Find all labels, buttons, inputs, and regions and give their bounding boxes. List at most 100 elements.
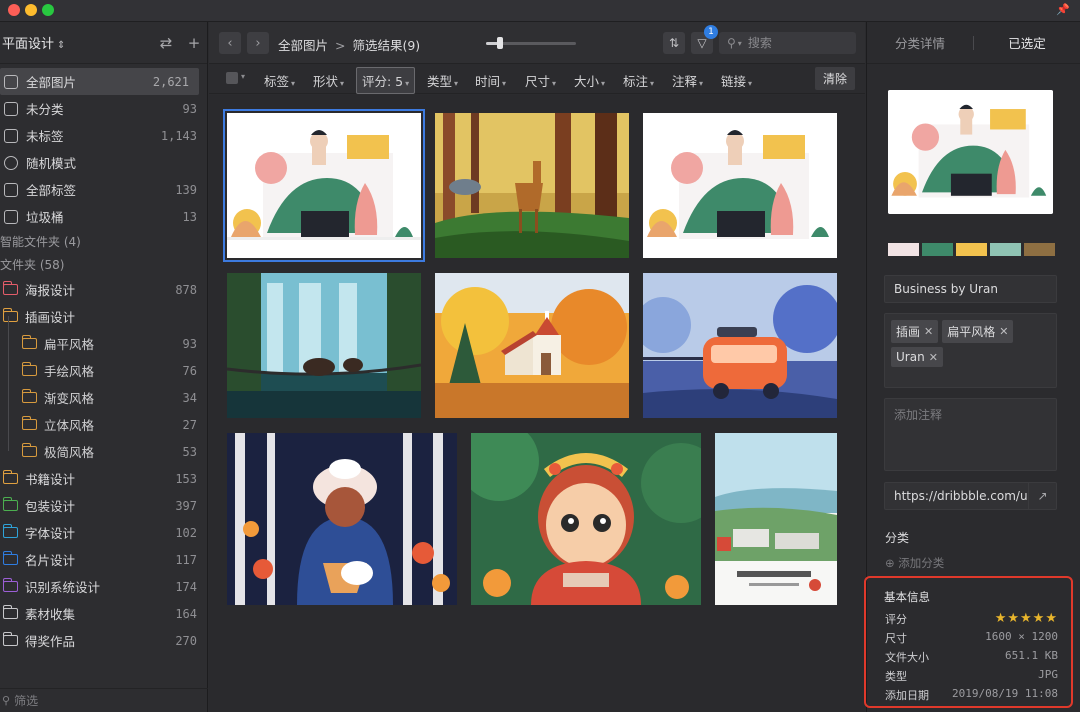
color-swatch[interactable] <box>956 243 987 256</box>
thumbnail-winter-girl <box>227 433 457 605</box>
sidebar-item-random[interactable]: 随机模式 <box>0 149 207 176</box>
sidebar-item-label: 全部标签 <box>26 183 77 198</box>
remove-tag-icon[interactable]: ✕ <box>924 325 933 338</box>
folder-icon <box>2 632 18 646</box>
sidebar-filter[interactable]: ⚲ 筛选 <box>0 688 208 712</box>
filter-button[interactable]: ▽ 1 <box>691 25 718 54</box>
remove-tag-icon[interactable]: ✕ <box>999 325 1008 338</box>
sidebar-filter-placeholder: 筛选 <box>14 694 39 708</box>
close-window-button[interactable] <box>8 4 20 16</box>
color-swatch[interactable] <box>1024 243 1055 256</box>
folder-count: 93 <box>182 336 197 351</box>
color-swatch[interactable] <box>922 243 953 256</box>
filter-dropdown[interactable]: 标签 ▾ <box>264 71 295 90</box>
sidebar-item-unclassified[interactable]: 未分类 93 <box>0 95 207 122</box>
sidebar-item-all-images[interactable]: 全部图片 2,621 <box>0 68 199 95</box>
url-field[interactable]: https://dribbble.com/uran ↗ <box>884 482 1057 510</box>
zoom-slider[interactable] <box>486 37 576 49</box>
folder-item[interactable]: 海报设计 878 <box>0 276 207 303</box>
smart-folders-header[interactable]: 智能文件夹 (4) <box>0 230 207 253</box>
filter-dropdown[interactable]: 大小 ▾ <box>574 71 605 90</box>
image-title[interactable]: Business by Uran <box>885 276 1056 302</box>
image-thumbnail[interactable] <box>227 273 421 418</box>
color-swatch[interactable] <box>990 243 1021 256</box>
minimize-window-button[interactable] <box>25 4 37 16</box>
folder-item[interactable]: 名片设计 117 <box>0 546 207 573</box>
sort-order-button[interactable]: ⇅ <box>663 32 685 54</box>
add-category-button[interactable]: ⊕ 添加分类 <box>885 555 944 571</box>
filter-count-badge: 1 <box>704 25 718 39</box>
all-tags-icon <box>4 182 18 197</box>
filter-dropdown[interactable]: 尺寸 ▾ <box>525 71 556 90</box>
title-field[interactable]: Business by Uran <box>884 275 1057 303</box>
filter-dropdown[interactable]: 评分: 5 ▾ <box>356 67 416 94</box>
tab-selected[interactable]: 已选定 <box>974 22 1080 63</box>
tag-chip[interactable]: 扁平风格 ✕ <box>942 320 1014 343</box>
folder-item[interactable]: 字体设计 102 <box>0 519 207 546</box>
source-url[interactable]: https://dribbble.com/uran <box>885 483 1028 509</box>
pin-icon[interactable]: 📌 <box>1056 3 1070 16</box>
search-input[interactable] <box>747 36 828 50</box>
folder-item[interactable]: 极简风格 53 <box>0 438 207 465</box>
image-thumbnail[interactable] <box>471 433 701 605</box>
folder-item[interactable]: 手绘风格 76 <box>0 357 207 384</box>
image-thumbnail[interactable] <box>227 433 457 605</box>
notes-field[interactable]: 添加注释 <box>884 398 1057 471</box>
add-icon[interactable]: + <box>187 34 201 52</box>
color-palette <box>888 243 1055 256</box>
folders-header[interactable]: 文件夹 (58) <box>0 253 207 276</box>
zoom-slider-thumb[interactable] <box>496 37 503 49</box>
chevron-down-icon[interactable]: ▾ <box>241 72 245 81</box>
folder-count: 102 <box>175 525 197 540</box>
library-switcher[interactable]: 平面设计 ⇕ <box>2 33 145 52</box>
folder-item[interactable]: 识别系统设计 174 <box>0 573 207 600</box>
sidebar-item-trash[interactable]: 垃圾桶 13 <box>0 203 207 230</box>
forward-button[interactable]: › <box>247 32 269 54</box>
tags-field[interactable]: 插画 ✕ 扁平风格 ✕ Uran ✕ <box>884 313 1057 388</box>
open-url-button[interactable]: ↗ <box>1028 483 1056 509</box>
filter-dropdown[interactable]: 时间 ▾ <box>475 71 506 90</box>
image-thumbnail[interactable] <box>643 273 837 418</box>
tag-chip[interactable]: 插画 ✕ <box>891 320 939 343</box>
filter-dropdown[interactable]: 类型 ▾ <box>427 71 458 90</box>
image-thumbnail[interactable] <box>435 273 629 418</box>
image-thumbnail[interactable] <box>643 113 837 258</box>
folder-item[interactable]: 素材收集 164 <box>0 600 207 627</box>
select-all-checkbox[interactable] <box>226 72 238 84</box>
image-thumbnail[interactable] <box>715 433 837 605</box>
folder-item[interactable]: 插画设计 <box>0 303 207 330</box>
folder-item[interactable]: 书籍设计 153 <box>0 465 207 492</box>
filter-dropdown[interactable]: 注释 ▾ <box>672 71 703 90</box>
unclassified-icon <box>4 101 18 116</box>
image-thumbnail[interactable] <box>223 109 425 262</box>
info-value: 651.1 KB <box>1005 649 1058 662</box>
filter-dropdown[interactable]: 链接 ▾ <box>721 71 752 90</box>
remove-tag-icon[interactable]: ✕ <box>929 351 938 364</box>
notes-placeholder: 添加注释 <box>894 408 943 422</box>
sidebar-item-untagged[interactable]: 未标签 1,143 <box>0 122 207 149</box>
folder-item[interactable]: 包装设计 397 <box>0 492 207 519</box>
basic-info-title: 基本信息 <box>884 590 930 604</box>
zoom-window-button[interactable] <box>42 4 54 16</box>
info-row-file-size: 文件大小 651.1 KB <box>885 649 1058 665</box>
filter-dropdown[interactable]: 形状 ▾ <box>313 71 344 90</box>
folder-item[interactable]: 立体风格 27 <box>0 411 207 438</box>
breadcrumb-root[interactable]: 全部图片 <box>278 38 328 53</box>
clear-filters-button[interactable]: 清除 <box>814 67 855 90</box>
search-field[interactable]: ⚲ ▾ <box>719 32 856 54</box>
sidebar-item-all-tags[interactable]: 全部标签 139 <box>0 176 207 203</box>
folder-item[interactable]: 渐变风格 34 <box>0 384 207 411</box>
star-rating[interactable]: ★★★★★ <box>995 611 1058 627</box>
sort-icon[interactable]: ⇄ <box>159 34 173 52</box>
filter-dropdown[interactable]: 标注 ▾ <box>623 71 654 90</box>
tag-chip[interactable]: Uran ✕ <box>891 347 943 367</box>
folder-icon <box>21 335 37 349</box>
folder-item[interactable]: 得奖作品 270 <box>0 627 207 654</box>
tab-category-details[interactable]: 分类详情 <box>867 22 973 63</box>
image-thumbnail[interactable] <box>435 113 629 258</box>
back-button[interactable]: ‹ <box>219 32 241 54</box>
external-link-icon: ↗ <box>1037 489 1048 503</box>
color-swatch[interactable] <box>888 243 919 256</box>
sidebar-item-label: 未分类 <box>26 102 64 117</box>
folder-item[interactable]: 扁平风格 93 <box>0 330 207 357</box>
